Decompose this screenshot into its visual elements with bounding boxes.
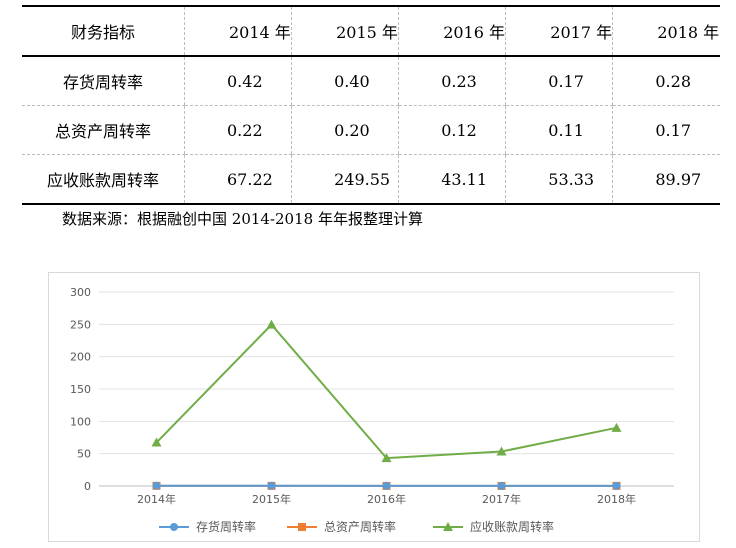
row-label: 应收账款周转率 [22,154,185,205]
x-tick-label: 2015年 [252,492,291,506]
table-cell: 0.28 [612,56,720,106]
data-point [611,422,622,432]
table-cell: 0.11 [505,105,613,155]
table-cell: 67.22 [183,154,292,205]
table-cell: 0.17 [505,56,613,106]
y-tick-label: 250 [70,318,91,331]
legend-label: 存货周转率 [196,519,256,534]
table-cell: 0.42 [183,56,292,106]
chart-canvas: 0 50 100 150 200 250 300 2014年 2015年 2016年 2017年 20… [70,286,674,534]
legend-label: 总资产周转率 [324,519,396,534]
x-tick-label: 2018年 [597,492,636,506]
table-header-label: 财务指标 [22,5,185,57]
table-row-receivables-turnover: 应收账款周转率 67.22 249.55 43.11 53.33 89.97 [22,154,720,205]
y-tick-label: 300 [70,286,91,299]
y-tick-label: 50 [77,448,91,461]
x-tick-label: 2016年 [367,492,406,506]
year-header-2017: 2017 年 [505,5,613,57]
data-point [267,481,276,490]
year-header-2014: 2014 年 [183,5,292,57]
turnover-line-chart: 0 50 100 150 200 250 300 2014年 2015年 2016年 2017年 20… [48,272,700,542]
table-cell: 43.11 [398,154,506,205]
data-point [152,481,161,490]
financial-indicator-table: 财务指标 2014 年 2015 年 2016 年 2017 年 2018 年 … [22,5,720,205]
table-cell: 0.12 [398,105,506,155]
table-cell: 89.97 [612,154,720,205]
legend-swatch-marker [170,523,178,531]
table-header-row: 财务指标 2014 年 2015 年 2016 年 2017 年 2018 年 [22,5,720,57]
table-cell: 53.33 [505,154,613,205]
row-label: 总资产周转率 [22,105,185,155]
y-tick-label: 200 [70,351,91,364]
year-header-2018: 2018 年 [612,5,720,57]
data-source-note: 数据来源：根据融创中国 2014-2018 年年报整理计算 [62,210,423,228]
table-cell: 0.23 [398,56,506,106]
legend-swatch-marker [298,523,306,531]
series-line [155,323,617,460]
table-row-inventory-turnover: 存货周转率 0.42 0.40 0.23 0.17 0.28 [22,56,720,106]
data-point [612,481,621,490]
y-tick-label: 150 [70,383,91,396]
table-cell: 0.22 [183,105,292,155]
table-row-total-asset-turnover: 总资产周转率 0.22 0.20 0.12 0.11 0.17 [22,105,720,155]
table-cell: 0.20 [291,105,399,155]
legend-label: 应收账款周转率 [470,519,554,534]
table-cell: 0.40 [291,56,399,106]
table-cell: 249.55 [291,154,399,205]
data-point [497,481,506,490]
year-header-2016: 2016 年 [398,5,506,57]
y-tick-label: 100 [70,415,91,428]
data-point [382,481,391,490]
row-label: 存货周转率 [22,56,185,106]
y-tick-label: 0 [84,480,91,493]
x-tick-label: 2014年 [137,492,176,506]
year-header-2015: 2015 年 [291,5,399,57]
x-tick-label: 2017年 [482,492,521,506]
table-cell: 0.17 [612,105,720,155]
